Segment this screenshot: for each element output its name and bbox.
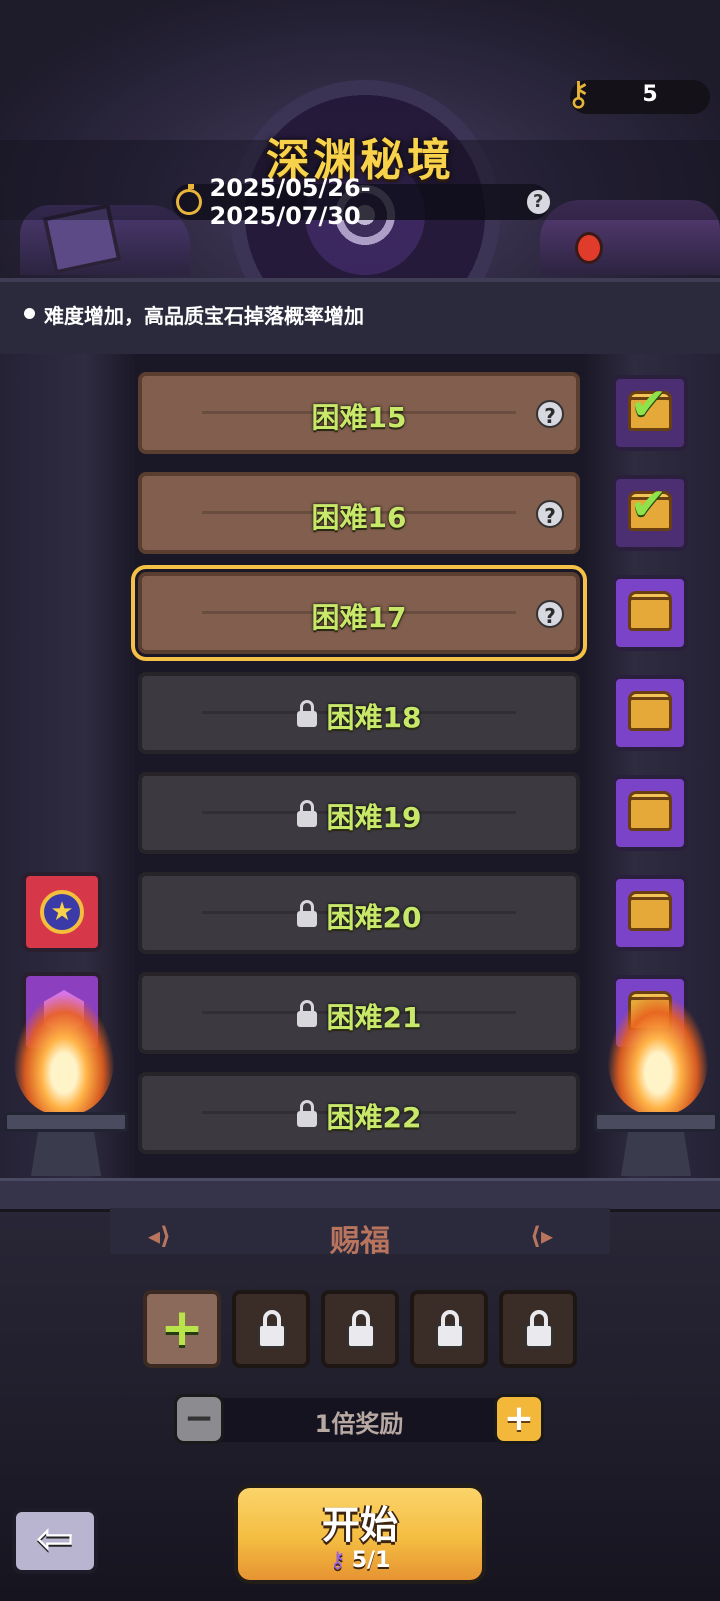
level-label: 困难16 — [311, 501, 407, 534]
level-label-wrap: 困难22 — [142, 1096, 576, 1136]
lock-icon — [525, 1310, 553, 1348]
chest-body — [628, 797, 672, 831]
blessing-slot-locked[interactable] — [321, 1290, 399, 1368]
right-ornament-icon: ⟨▸ — [530, 1222, 554, 1250]
level-row[interactable]: 困难18 — [138, 672, 580, 754]
level-label: 困难18 — [326, 701, 422, 734]
lock-icon — [296, 800, 317, 827]
level-row-selected[interactable]: 困难17 ? — [131, 565, 587, 661]
lock-icon — [347, 1310, 375, 1348]
level-label: 困难22 — [326, 1101, 422, 1134]
multiplier-label: 1倍奖励 — [314, 1410, 404, 1438]
lock-icon — [296, 1100, 317, 1127]
increase-multiplier-button[interactable]: + — [494, 1394, 544, 1444]
level-label-wrap: 困难18 — [142, 696, 576, 736]
fire-icon — [14, 995, 114, 1115]
blessing-slot-locked[interactable] — [232, 1290, 310, 1368]
level-row[interactable]: 困难21 — [138, 972, 580, 1054]
level-label: 困难21 — [326, 1001, 422, 1034]
level-label-wrap: 困难20 — [142, 896, 576, 936]
lock-icon — [296, 700, 317, 727]
star-icon: ★ — [40, 890, 84, 934]
notice-text: 难度增加，高品质宝石掉落概率增加 — [44, 304, 364, 328]
brazier-bowl — [4, 1112, 128, 1132]
lock-icon — [296, 900, 317, 927]
level-row[interactable]: 困难15 ? — [138, 372, 580, 454]
checkmark-icon: ✔ — [630, 379, 667, 430]
fire-icon — [608, 995, 708, 1115]
treasure-chest-icon[interactable]: ✔ — [612, 375, 688, 451]
add-blessing-button[interactable]: + — [143, 1290, 221, 1368]
level-row[interactable]: 困难19 — [138, 772, 580, 854]
level-label-wrap: 困难21 — [142, 996, 576, 1036]
back-arrow-icon: ⇦ — [35, 1511, 75, 1565]
level-label: 困难15 — [311, 401, 407, 434]
level-row[interactable]: 困难16 ? — [138, 472, 580, 554]
blessing-slot-locked[interactable] — [499, 1290, 577, 1368]
lock-icon — [296, 1000, 317, 1027]
plus-icon: + — [160, 1298, 204, 1358]
chest-body — [628, 597, 672, 631]
decrease-multiplier-button[interactable]: − — [174, 1394, 224, 1444]
blessing-title: 赐福 — [330, 1224, 390, 1259]
timer-icon — [176, 184, 202, 215]
help-icon[interactable]: ? — [536, 500, 564, 528]
help-icon[interactable]: ? — [526, 190, 550, 214]
key-icon: ⚷ — [329, 1548, 346, 1573]
start-button[interactable]: 开始 ⚷ 5/1 — [234, 1484, 486, 1584]
treasure-chest-icon[interactable] — [612, 775, 688, 851]
treasure-chest-icon[interactable] — [612, 875, 688, 951]
level-label: 困难17 — [311, 601, 407, 634]
level-label: 困难20 — [326, 901, 422, 934]
milestone-star-reward[interactable]: ★ — [22, 872, 102, 952]
chest-body — [628, 697, 672, 731]
treasure-chest-icon[interactable]: ✔ — [612, 475, 688, 551]
start-cost: ⚷ 5/1 — [238, 1548, 482, 1573]
brazier-bowl — [594, 1112, 718, 1132]
monster-eye — [575, 232, 603, 264]
chest-body — [628, 897, 672, 931]
help-icon[interactable]: ? — [536, 400, 564, 428]
event-date-range: 2025/05/26-2025/07/30 — [209, 174, 371, 230]
back-button[interactable]: ⇦ — [12, 1508, 98, 1574]
bullet-icon — [24, 308, 35, 319]
brazier-stand — [31, 1132, 101, 1176]
checkmark-icon: ✔ — [630, 479, 667, 530]
blessing-slot-locked[interactable] — [410, 1290, 488, 1368]
lock-icon — [436, 1310, 464, 1348]
level-label: 困难19 — [326, 801, 422, 834]
help-icon[interactable]: ? — [536, 600, 564, 628]
treasure-chest-icon[interactable] — [612, 675, 688, 751]
level-label-wrap: 困难19 — [142, 796, 576, 836]
start-cost-value: 5/1 — [351, 1548, 391, 1573]
level-row[interactable]: 困难20 — [138, 872, 580, 954]
level-row[interactable]: 困难22 — [138, 1072, 580, 1154]
treasure-chest-icon[interactable] — [612, 575, 688, 651]
key-icon: ⚷ — [566, 74, 591, 114]
key-count: 5 — [642, 82, 658, 107]
stone-ledge — [0, 1178, 720, 1212]
brazier-stand — [621, 1132, 691, 1176]
lock-icon — [258, 1310, 286, 1348]
event-date-row: 2025/05/26-2025/07/30 ? — [172, 174, 550, 230]
start-label: 开始 — [321, 1503, 398, 1547]
